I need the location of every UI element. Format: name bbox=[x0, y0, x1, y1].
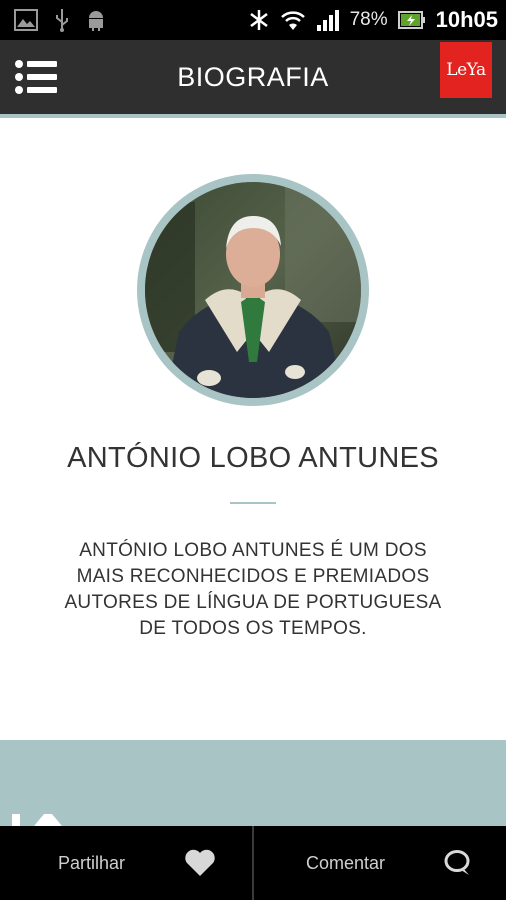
usb-icon bbox=[56, 9, 68, 32]
signal-icon bbox=[316, 10, 339, 31]
biography-content: ANTÓNIO LOBO ANTUNES ANTÓNIO LOBO ANTUNE… bbox=[0, 122, 506, 740]
comment-button[interactable]: Comentar bbox=[254, 826, 506, 900]
wifi-icon bbox=[280, 11, 305, 30]
heart-icon bbox=[185, 849, 215, 876]
battery-percent: 78% bbox=[349, 9, 388, 30]
image-icon bbox=[14, 9, 38, 31]
leya-logo[interactable]: LeYa bbox=[440, 42, 492, 98]
bottom-action-bar: Partilhar Comentar bbox=[0, 826, 506, 900]
android-icon bbox=[89, 11, 103, 31]
notification-icons bbox=[14, 8, 106, 32]
title-divider bbox=[230, 502, 276, 504]
author-photo bbox=[145, 182, 361, 398]
works-section bbox=[0, 740, 506, 826]
speech-bubble-icon bbox=[444, 850, 470, 875]
bluetooth-icon bbox=[249, 10, 268, 30]
author-name: ANTÓNIO LOBO ANTUNES bbox=[67, 442, 439, 474]
battery-charging-icon bbox=[397, 11, 425, 29]
section-heading-glyph bbox=[12, 814, 62, 826]
page-title: BIOGRAFIA bbox=[177, 62, 329, 92]
app-bar: BIOGRAFIA LeYa bbox=[0, 40, 506, 118]
screen: 78% 10h05 BIOGRAFIA LeYa ANTÓNIO LOBO AN… bbox=[0, 0, 506, 900]
share-button[interactable]: Partilhar bbox=[0, 826, 252, 900]
author-avatar-frame bbox=[137, 174, 369, 406]
clock: 10h05 bbox=[435, 7, 498, 32]
comment-label: Comentar bbox=[306, 853, 386, 873]
share-label: Partilhar bbox=[58, 853, 126, 873]
system-indicators: 78% 10h05 bbox=[248, 6, 498, 34]
author-bio: ANTÓNIO LOBO ANTUNES É UM DOS MAIS RECON… bbox=[64, 540, 442, 639]
status-bar: 78% 10h05 bbox=[0, 0, 506, 40]
